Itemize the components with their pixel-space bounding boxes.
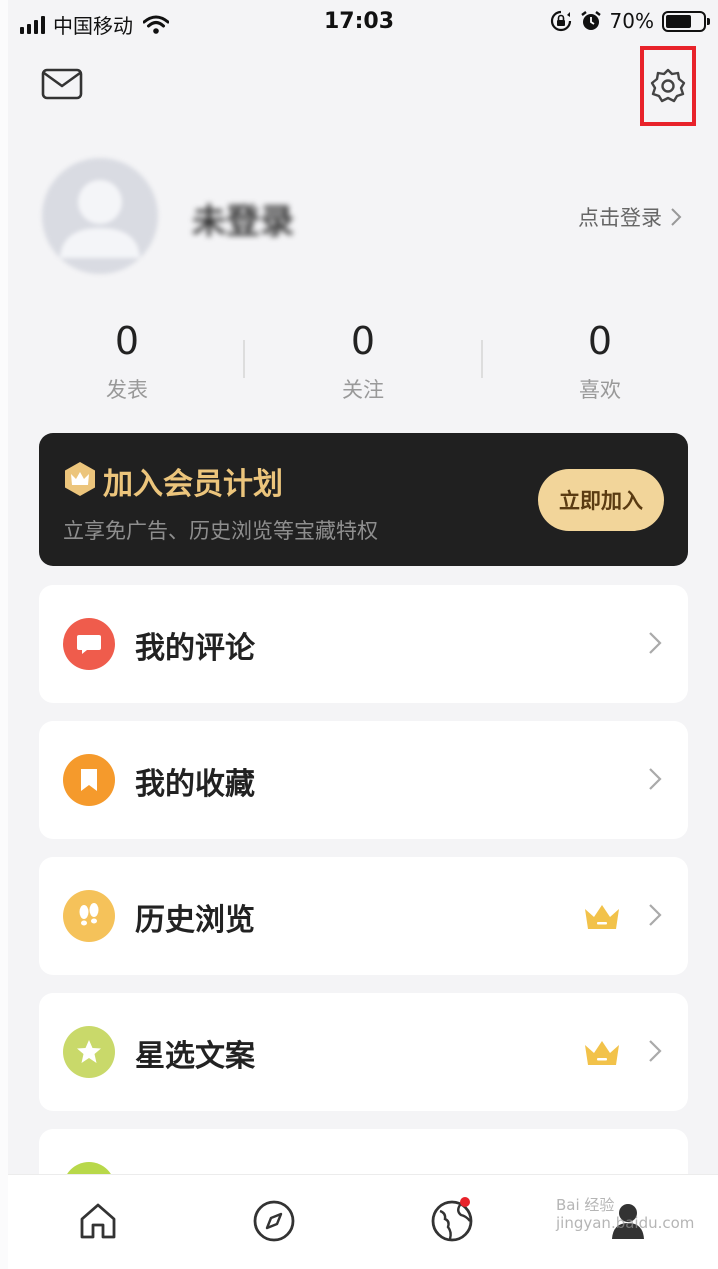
stat-following[interactable]: 0 关注 [273, 318, 453, 404]
vip-badge-icon [65, 462, 95, 496]
battery-percent: 70% [609, 9, 654, 33]
stat-label: 发表 [106, 378, 148, 402]
left-edge [0, 0, 8, 1269]
stat-value: 0 [114, 319, 140, 363]
vip-title: 加入会员计划 [103, 467, 283, 502]
avatar[interactable] [42, 158, 158, 274]
stat-value: 0 [350, 319, 376, 363]
notification-dot [460, 1197, 470, 1207]
stat-divider [481, 340, 483, 378]
menu-item-starred-copy[interactable]: 星选文案 [39, 993, 688, 1111]
chevron-right-icon [649, 632, 662, 654]
watermark-line2: jingyan.baidu.com [556, 1214, 695, 1232]
menu-label: 星选文案 [135, 1039, 255, 1074]
stat-value: 0 [587, 319, 613, 363]
status-right: 70% [550, 9, 710, 33]
chevron-right-icon [649, 904, 662, 926]
stat-posts[interactable]: 0 发表 [37, 318, 217, 404]
stat-likes[interactable]: 0 喜欢 [510, 318, 690, 404]
app-screen: 中国移动 17:03 70% 未登录 点击登录 0 发表 0 关注 0 喜欢 加… [0, 0, 718, 1269]
watermark-line1: Bai 经验 [556, 1196, 615, 1214]
footprints-icon [79, 903, 99, 926]
bookmark-icon [81, 769, 97, 791]
mail-button[interactable] [40, 66, 84, 102]
vip-crown-icon [585, 1041, 619, 1065]
menu-label: 我的收藏 [135, 767, 255, 802]
chevron-right-icon [649, 768, 662, 790]
chevron-right-icon [671, 208, 682, 226]
profile-name: 未登录 [192, 202, 294, 242]
login-link-label: 点击登录 [578, 206, 662, 230]
menu-label: 历史浏览 [135, 903, 255, 938]
compass-icon [253, 1200, 295, 1242]
status-bar: 中国移动 17:03 70% [0, 0, 718, 46]
alarm-icon [580, 11, 601, 30]
login-link[interactable]: 点击登录 [578, 202, 682, 232]
menu-item-history[interactable]: 历史浏览 [39, 857, 688, 975]
chevron-right-icon [649, 1040, 662, 1062]
vip-crown-icon [585, 905, 619, 929]
comment-icon [77, 635, 101, 654]
tab-home[interactable] [68, 1193, 128, 1249]
stat-divider [243, 340, 245, 378]
menu-icon-bg [63, 618, 115, 670]
vip-banner[interactable]: 加入会员计划 立享免广告、历史浏览等宝藏特权 立即加入 [39, 433, 688, 566]
rotation-lock-icon [550, 10, 571, 32]
menu-item-comments[interactable]: 我的评论 [39, 585, 688, 703]
menu-icon-bg [63, 754, 115, 806]
settings-button[interactable] [640, 46, 696, 126]
battery-level [666, 14, 692, 28]
menu-label: 我的评论 [135, 631, 255, 666]
tab-world[interactable] [422, 1193, 482, 1249]
stat-label: 喜欢 [579, 378, 621, 402]
gear-icon [650, 68, 686, 103]
menu-icon-bg [63, 890, 115, 942]
mail-icon [41, 68, 83, 100]
battery-icon [662, 10, 710, 32]
battery-tip [707, 17, 710, 25]
vip-subtitle: 立享免广告、历史浏览等宝藏特权 [63, 519, 378, 543]
watermark: Bai 经验 jingyan.baidu.com [556, 1196, 694, 1232]
home-icon [80, 1203, 116, 1239]
tab-discover[interactable] [244, 1193, 304, 1249]
star-icon [77, 1040, 101, 1063]
menu-icon-bg [63, 1026, 115, 1078]
stat-label: 关注 [342, 378, 384, 402]
avatar-placeholder-icon [60, 180, 140, 258]
menu-item-favorites[interactable]: 我的收藏 [39, 721, 688, 839]
join-vip-button[interactable]: 立即加入 [538, 469, 664, 531]
